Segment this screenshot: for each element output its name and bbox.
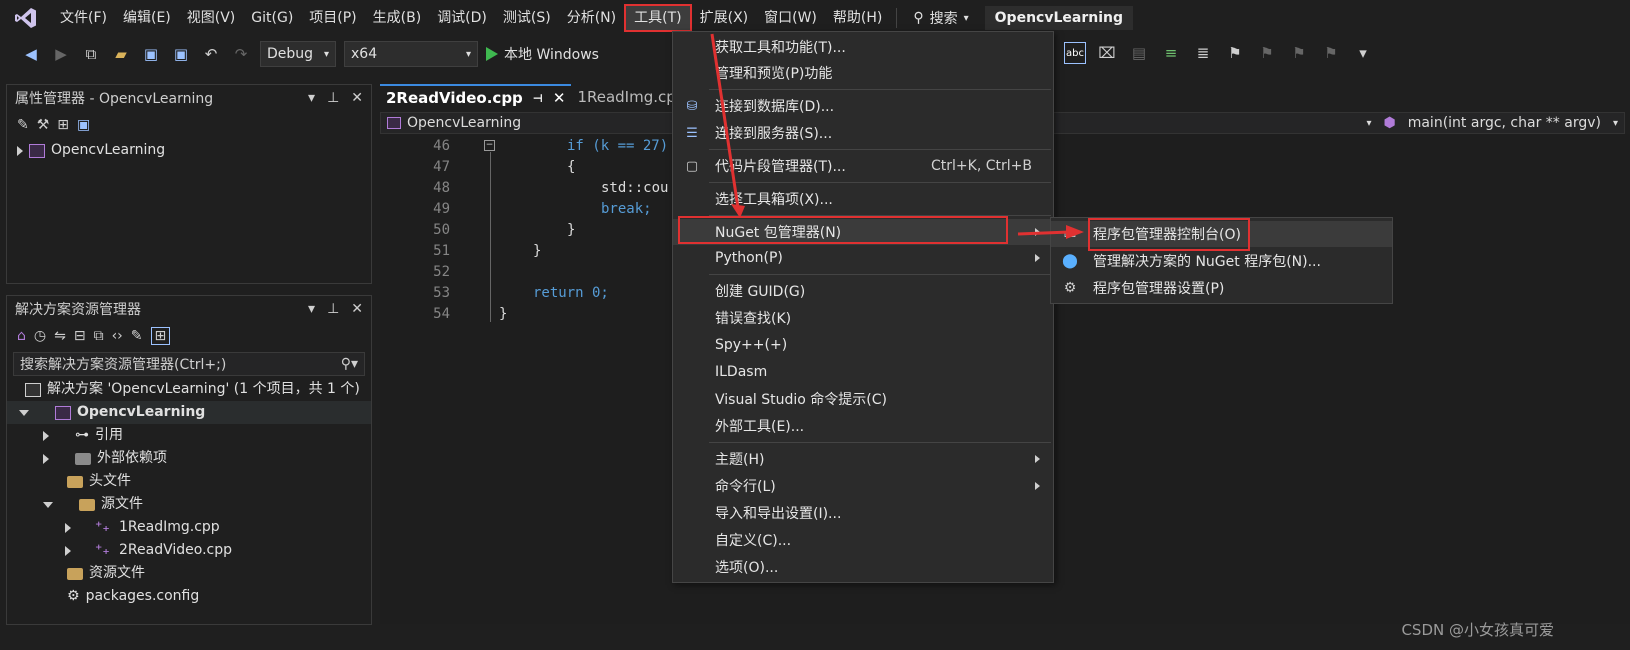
watermark: CSDN @小女孩真可爱: [1401, 621, 1554, 639]
arrow-line: [1017, 230, 1071, 236]
arrow-head: [1066, 225, 1084, 239]
annotation-arrows: [710, 33, 1084, 239]
arrow-head: [731, 204, 745, 218]
arrow-line: [710, 33, 740, 209]
